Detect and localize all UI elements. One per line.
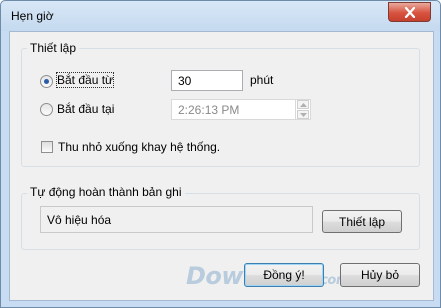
- start-at-radio[interactable]: [40, 103, 53, 116]
- ok-button[interactable]: Đồng ý!: [244, 263, 324, 287]
- auto-finish-status: Vô hiệu hóa: [40, 206, 313, 233]
- minutes-value: 30: [178, 73, 192, 88]
- dialog-window: Hẹn giờ Thiết lập Bắt đầu từ 30 phút Bắt…: [0, 0, 441, 308]
- start-at-label[interactable]: Bắt đầu tại: [57, 102, 114, 116]
- dialog-body: Thiết lập Bắt đầu từ 30 phút Bắt đầu tại…: [9, 31, 434, 301]
- radio-selected-dot: [44, 79, 49, 84]
- window-title: Hẹn giờ: [11, 9, 54, 23]
- start-time-value: 2:26:13 PM: [178, 102, 240, 117]
- start-after-label[interactable]: Bắt đầu từ: [55, 72, 115, 88]
- settings-group-legend: Thiết lập: [27, 41, 80, 55]
- start-time-input[interactable]: 2:26:13 PM: [171, 99, 311, 120]
- spin-up-button[interactable]: [297, 100, 309, 109]
- minimize-to-tray-label[interactable]: Thu nhỏ xuống khay hệ thống.: [58, 140, 220, 154]
- title-bar[interactable]: Hẹn giờ: [1, 1, 440, 31]
- auto-finish-group-legend: Tự động hoàn thành bản ghi: [27, 185, 185, 199]
- spin-down-button[interactable]: [297, 110, 309, 119]
- time-spinner[interactable]: [295, 100, 310, 120]
- minutes-unit-label: phút: [250, 73, 274, 87]
- minutes-input[interactable]: 30: [171, 70, 243, 91]
- auto-finish-settings-button[interactable]: Thiết lập: [322, 210, 402, 233]
- close-button[interactable]: [388, 2, 431, 22]
- spin-up-icon: [299, 102, 307, 107]
- start-after-radio[interactable]: [40, 75, 53, 88]
- cancel-button[interactable]: Hủy bỏ: [340, 263, 420, 287]
- spin-down-icon: [299, 112, 307, 117]
- auto-finish-status-value: Vô hiệu hóa: [47, 212, 112, 227]
- close-icon: [404, 6, 415, 18]
- minimize-to-tray-checkbox[interactable]: [41, 141, 53, 153]
